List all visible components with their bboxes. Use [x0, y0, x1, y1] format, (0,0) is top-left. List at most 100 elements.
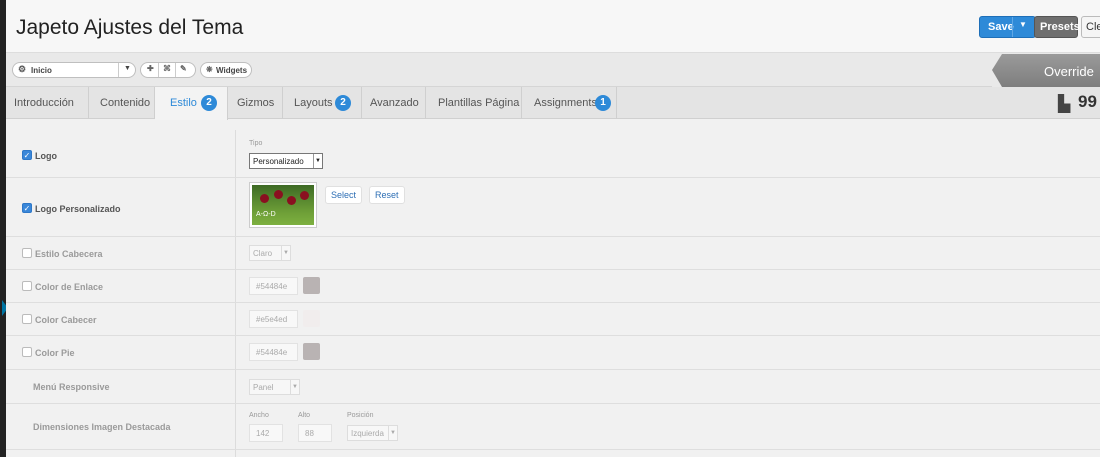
- responsive-menu-value: Panel: [253, 383, 274, 392]
- tipo-select[interactable]: Personalizado ▼: [249, 153, 323, 169]
- tab-badge: 2: [335, 95, 351, 111]
- setting-color-enlace: Color de Enlace #54484e: [6, 270, 1100, 303]
- link-color-swatch[interactable]: [303, 277, 320, 294]
- tab-label: Gizmos: [237, 97, 275, 109]
- divider: [158, 63, 159, 77]
- save-divider: [1012, 17, 1013, 37]
- outline-select[interactable]: ⚙ Inicio ▼: [12, 62, 136, 78]
- toolbar: ⚙ Inicio ▼ ✚ ⌘ ✎ ❋ Widgets: [6, 53, 1100, 87]
- width-value: 142: [256, 429, 270, 438]
- footer-color-checkbox[interactable]: [22, 347, 32, 357]
- position-select[interactable]: Izquierda ▼: [347, 425, 398, 441]
- chevron-down-icon: ▼: [290, 380, 299, 394]
- settings-panel: ✓ Logo Tipo Personalizado ▼ ✓ Logo Perso…: [6, 130, 1100, 457]
- tab-bar: Introducción Contenido Estilo 2 Gizmos La…: [6, 87, 1100, 120]
- header-color-checkbox[interactable]: [22, 314, 32, 324]
- logo-thumbnail: A-Ω-D: [249, 182, 317, 228]
- logo-custom-checkbox[interactable]: ✓: [22, 203, 32, 213]
- tab-label: Contenido: [100, 97, 151, 109]
- tab-plantillas-pagina[interactable]: Plantillas Página: [426, 87, 522, 119]
- tab-avanzado[interactable]: Avanzado: [362, 87, 426, 119]
- tab-estilo[interactable]: Estilo 2: [155, 87, 228, 120]
- presets-button[interactable]: Presets: [1034, 16, 1080, 38]
- flower-shape: [260, 194, 269, 203]
- footer-color-swatch[interactable]: [303, 343, 320, 360]
- setting-logo: ✓ Logo Tipo Personalizado ▼: [6, 130, 1100, 178]
- chevron-down-icon[interactable]: ▼: [118, 63, 136, 77]
- tab-assignments[interactable]: Assignments 1: [522, 87, 617, 119]
- header-color-value: #e5e4ed: [256, 315, 288, 324]
- width-caption: Ancho: [249, 412, 269, 419]
- clear-button[interactable]: Clear: [1081, 16, 1100, 38]
- logo-checkbox[interactable]: ✓: [22, 150, 32, 160]
- building-icon: ▙: [1058, 96, 1071, 113]
- tab-introduccion[interactable]: Introducción: [6, 87, 89, 119]
- brand-logo: ▙ 99: [1058, 92, 1100, 114]
- brand-logo-text: 99: [1078, 92, 1097, 111]
- flower-shape: [274, 190, 283, 199]
- chevron-down-icon: ▼: [388, 426, 397, 440]
- override-banner: Override: [992, 54, 1100, 87]
- tipo-value: Personalizado: [253, 157, 304, 166]
- setting-label: Menú Responsive: [33, 382, 110, 392]
- setting-color-cabecera: Color Cabecer #e5e4ed: [6, 303, 1100, 336]
- link-color-checkbox[interactable]: [22, 281, 32, 291]
- height-value: 88: [305, 429, 314, 438]
- widgets-button[interactable]: ❋ Widgets: [200, 62, 252, 78]
- reset-image-button[interactable]: Reset: [369, 186, 405, 204]
- divider: [175, 63, 176, 77]
- chevron-down-icon: ▼: [281, 246, 290, 260]
- setting-estilo-cabecera: Estilo Cabecera Claro ▼: [6, 237, 1100, 270]
- setting-menu-responsive: Menú Responsive Panel ▼: [6, 370, 1100, 404]
- footer-color-value: #54484e: [256, 348, 288, 357]
- position-caption: Posición: [347, 412, 374, 419]
- title-bar: Japeto Ajustes del Tema: [6, 0, 1100, 53]
- link-color-input[interactable]: #54484e: [249, 277, 298, 295]
- tab-gizmos[interactable]: Gizmos: [228, 87, 283, 119]
- flower-shape: [300, 191, 309, 200]
- tab-contenido[interactable]: Contenido: [89, 87, 155, 119]
- outline-select-value: Inicio: [31, 66, 52, 75]
- caret-down-icon[interactable]: ▼: [1019, 20, 1027, 29]
- widgets-label: Widgets: [216, 66, 248, 75]
- height-input[interactable]: 88: [298, 424, 332, 442]
- setting-color-pie: Color Pie #54484e: [6, 336, 1100, 370]
- header-style-value: Claro: [253, 249, 273, 258]
- tab-badge: 1: [595, 95, 611, 111]
- link-color-value: #54484e: [256, 282, 288, 291]
- tab-label: Layouts: [294, 97, 333, 109]
- chevron-down-icon: ▼: [313, 154, 322, 168]
- save-button[interactable]: Save ▼: [979, 16, 1036, 38]
- setting-label: Logo Personalizado: [35, 204, 121, 214]
- logo-image-text: A-Ω-D: [256, 211, 276, 218]
- override-notch: [992, 54, 1002, 87]
- outline-actions: ✚ ⌘ ✎: [140, 62, 196, 78]
- width-input[interactable]: 142: [249, 424, 283, 442]
- select-image-button[interactable]: Select: [325, 186, 363, 204]
- save-button-label: Save: [988, 21, 1014, 33]
- add-icon[interactable]: ✚: [147, 64, 154, 73]
- tab-label: Plantillas Página: [438, 97, 520, 109]
- logo-image: A-Ω-D: [252, 185, 314, 225]
- setting-dimensiones-imagen: Dimensiones Imagen Destacada Ancho 142 A…: [6, 404, 1100, 450]
- header-color-input[interactable]: #e5e4ed: [249, 310, 298, 328]
- page-title: Japeto Ajustes del Tema: [16, 16, 244, 39]
- setting-logo-personalizado: ✓ Logo Personalizado A-Ω-D Select Reset: [6, 178, 1100, 237]
- position-value: Izquierda: [351, 429, 384, 438]
- responsive-menu-select[interactable]: Panel ▼: [249, 379, 300, 395]
- command-icon[interactable]: ⌘: [163, 64, 171, 73]
- footer-color-input[interactable]: #54484e: [249, 343, 298, 361]
- header-color-swatch[interactable]: [303, 310, 320, 327]
- setting-label: Estilo Cabecera: [35, 249, 103, 259]
- tab-label: Assignments: [534, 97, 597, 109]
- tab-layouts[interactable]: Layouts 2: [283, 87, 362, 119]
- pencil-icon[interactable]: ✎: [180, 64, 187, 73]
- widgets-icon: ❋: [206, 65, 213, 74]
- setting-label: Color Pie: [35, 348, 75, 358]
- tab-label: Estilo: [170, 97, 197, 109]
- header-style-checkbox[interactable]: [22, 248, 32, 258]
- setting-label: Color de Enlace: [35, 282, 104, 292]
- gear-icon: ⚙: [18, 64, 27, 74]
- header-style-select[interactable]: Claro ▼: [249, 245, 291, 261]
- setting-label: Dimensiones Imagen Destacada: [33, 422, 171, 432]
